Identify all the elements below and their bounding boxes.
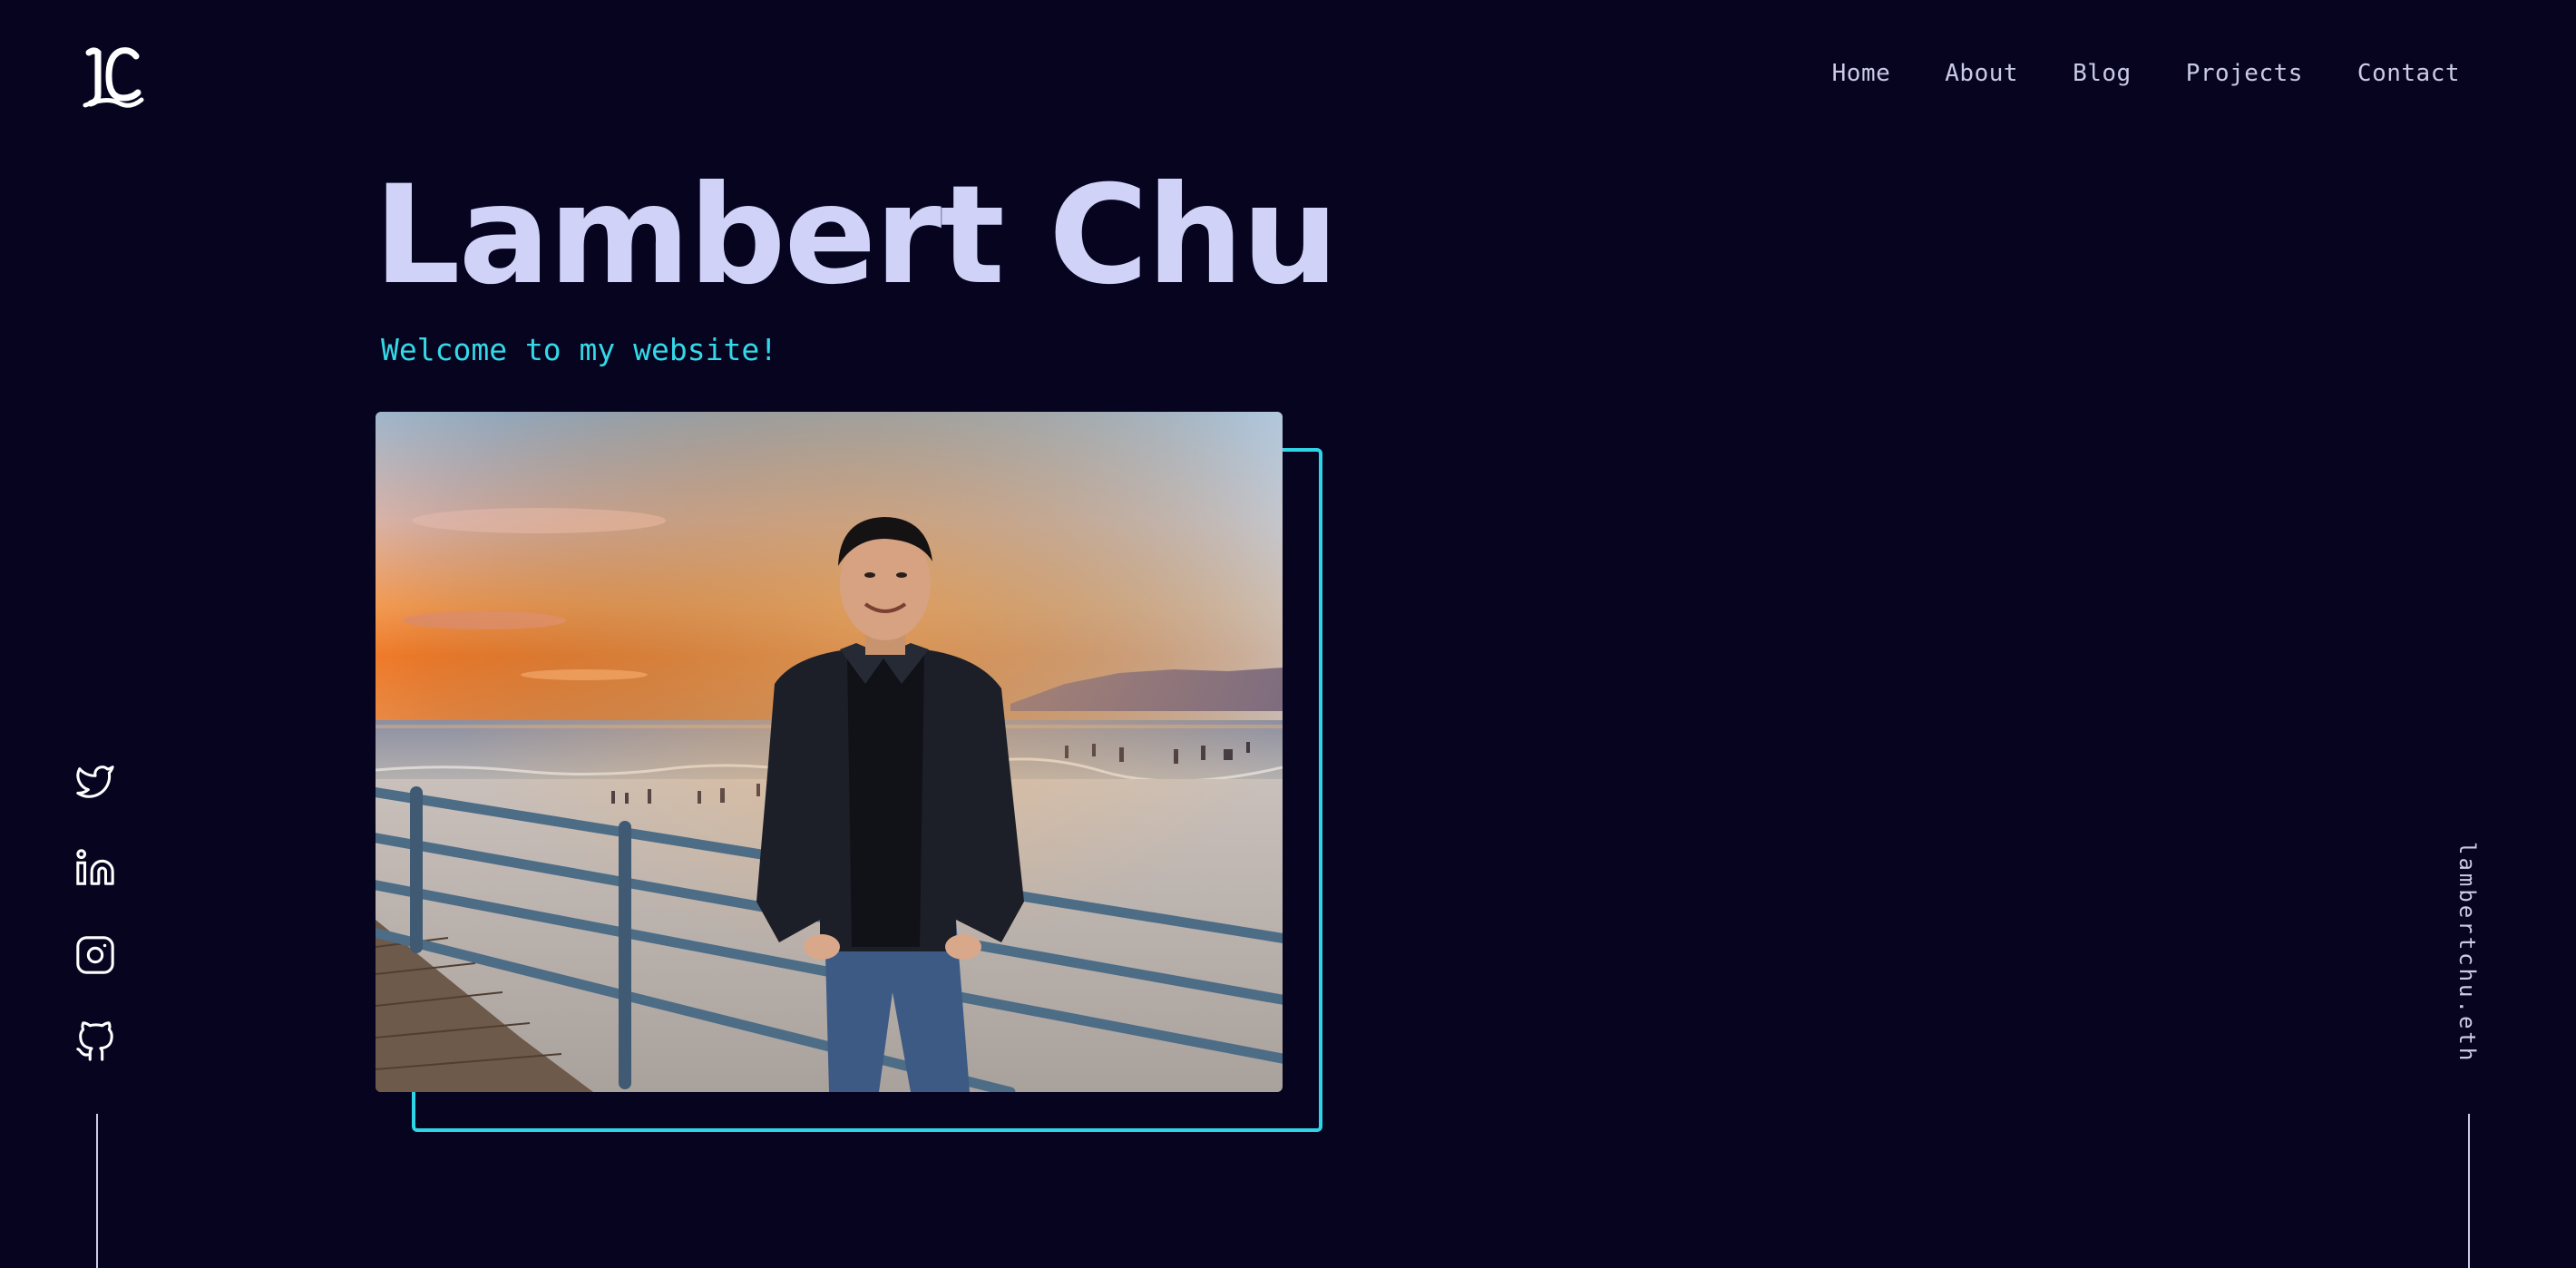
nav-contact[interactable]: Contact	[2357, 60, 2460, 87]
twitter-link[interactable]	[74, 760, 116, 802]
nav-projects[interactable]: Projects	[2186, 60, 2303, 87]
instagram-icon	[76, 936, 114, 974]
github-link[interactable]	[74, 1021, 116, 1063]
beach-sunset-portrait-image	[376, 412, 1283, 1092]
linkedin-icon	[76, 849, 114, 885]
left-vertical-line	[96, 1114, 98, 1268]
twitter-icon	[76, 766, 114, 798]
instagram-link[interactable]	[74, 934, 116, 976]
right-vertical-line	[2468, 1114, 2470, 1268]
profile-photo	[376, 412, 1283, 1092]
page-title: Lambert Chu	[374, 157, 1339, 315]
nav-blog[interactable]: Blog	[2073, 60, 2132, 87]
github-icon	[76, 1021, 113, 1061]
main-nav: Home About Blog Projects Contact	[1832, 60, 2460, 87]
linkedin-link[interactable]	[74, 847, 116, 889]
lc-logo[interactable]	[80, 42, 152, 114]
nav-about[interactable]: About	[1945, 60, 2018, 87]
ens-link[interactable]: lambertchu.eth	[2454, 842, 2480, 1063]
social-links	[74, 760, 116, 1063]
lc-monogram-icon	[83, 47, 144, 108]
nav-home[interactable]: Home	[1832, 60, 1891, 87]
welcome-text: Welcome to my website!	[381, 332, 778, 367]
